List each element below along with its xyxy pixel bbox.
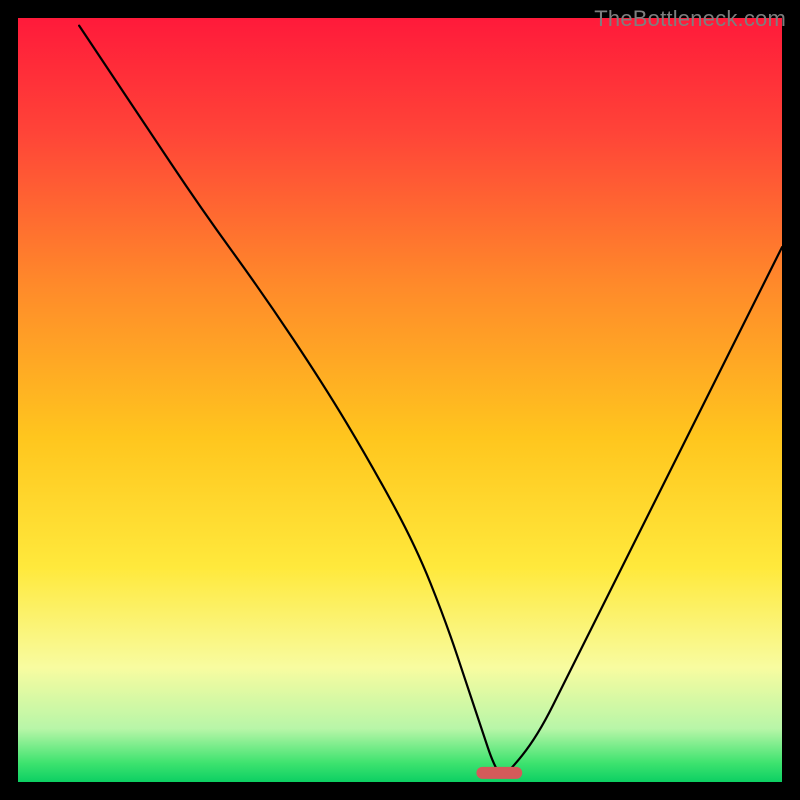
chart-background-gradient (18, 18, 782, 782)
optimum-marker (476, 767, 522, 779)
chart-frame: TheBottleneck.com (0, 0, 800, 800)
bottleneck-chart (0, 0, 800, 800)
watermark-text: TheBottleneck.com (594, 6, 786, 32)
